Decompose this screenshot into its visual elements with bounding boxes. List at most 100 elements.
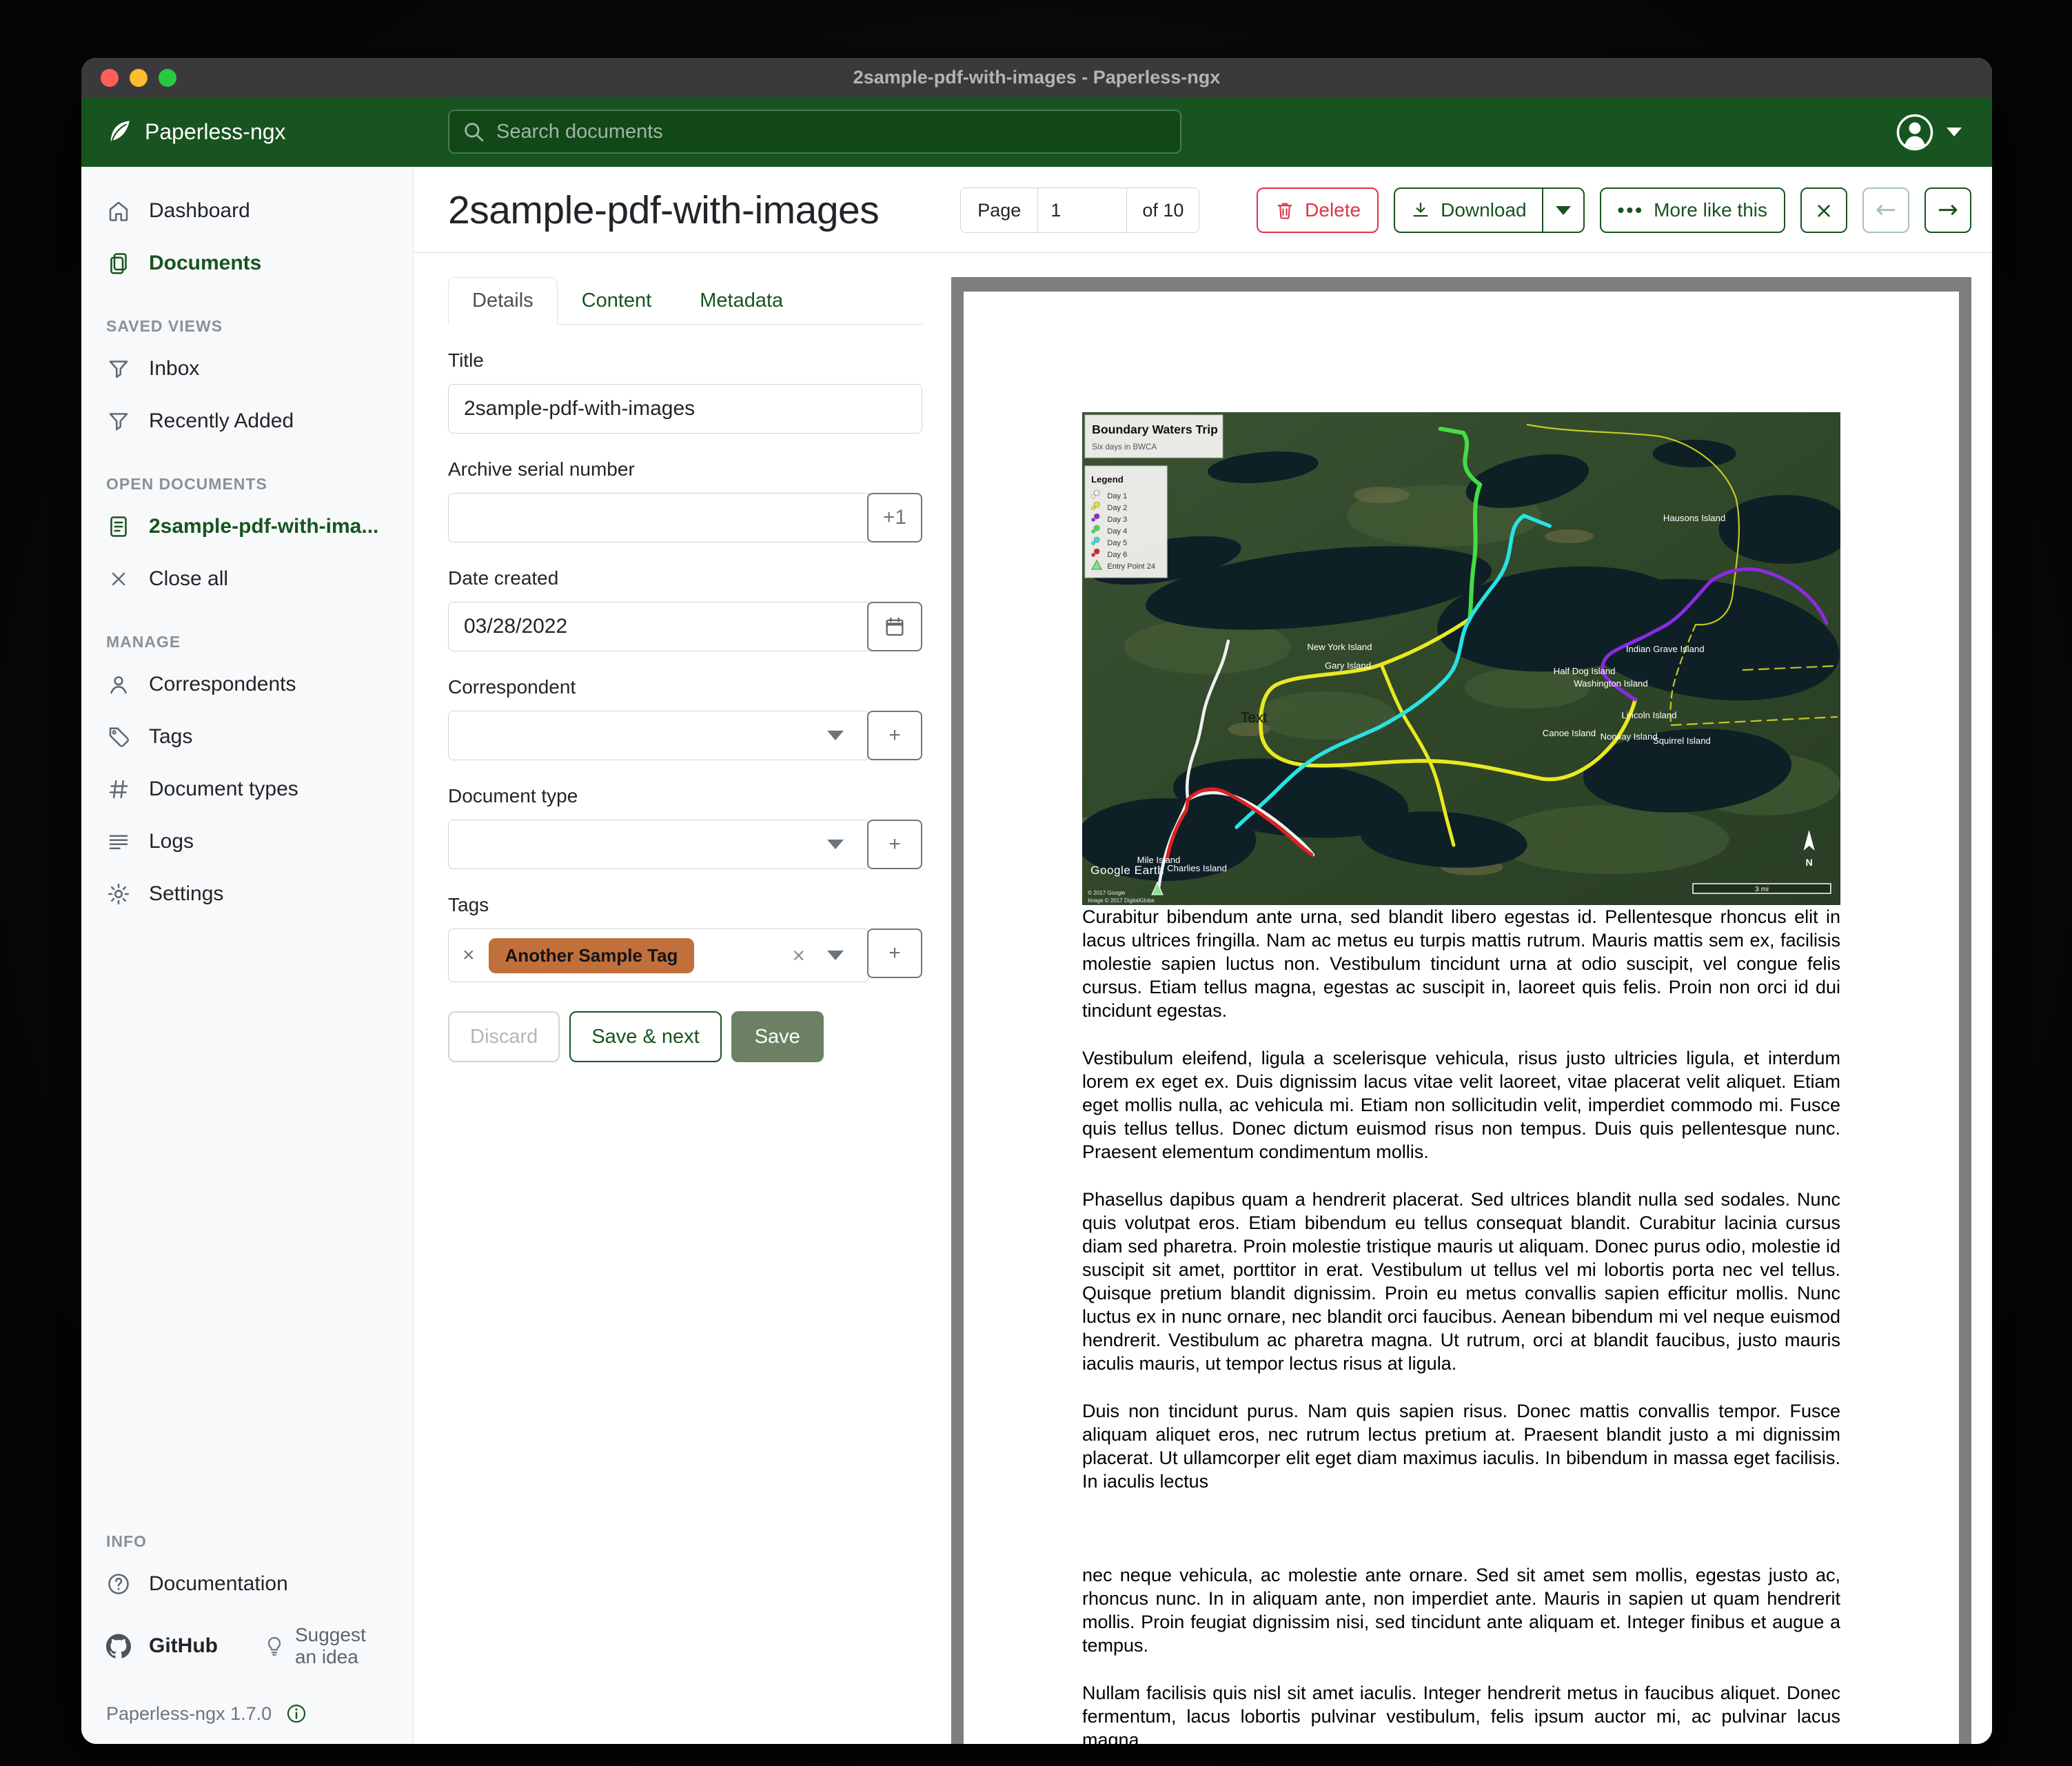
hash-icon <box>106 777 131 802</box>
search-input[interactable] <box>495 120 1168 144</box>
sidebar-item-suggest-idea[interactable]: Suggest an idea <box>263 1624 388 1668</box>
close-window-button[interactable] <box>101 69 119 87</box>
svg-text:Canoe Island: Canoe Island <box>1543 728 1596 738</box>
paragraph: Curabitur bibendum ante urna, sed blandi… <box>1082 905 1840 1022</box>
close-icon: × <box>1815 199 1834 221</box>
previous-document-button[interactable]: ← <box>1862 187 1909 233</box>
download-options-button[interactable] <box>1542 189 1583 232</box>
add-tag-button[interactable]: + <box>867 928 922 978</box>
document-text: Curabitur bibendum ante urna, sed blandi… <box>1082 905 1840 1744</box>
svg-text:Day 6: Day 6 <box>1107 551 1127 559</box>
search-documents-box[interactable] <box>448 110 1181 154</box>
svg-text:Lincoln Island: Lincoln Island <box>1621 710 1676 720</box>
person-icon <box>106 672 131 697</box>
sidebar-item-logs[interactable]: Logs <box>81 815 413 868</box>
paragraph: nec neque vehicula, ac molestie ante orn… <box>1082 1563 1840 1657</box>
close-document-button[interactable]: × <box>1800 187 1847 233</box>
tags-clear-icon[interactable]: × <box>792 943 805 968</box>
download-split-button: Download <box>1394 187 1585 233</box>
sidebar-item-label: Tags <box>149 725 192 749</box>
sidebar-item-documents[interactable]: Documents <box>81 237 413 290</box>
asn-input[interactable] <box>448 493 869 542</box>
correspondent-select[interactable] <box>448 711 869 760</box>
tab-content[interactable]: Content <box>558 277 676 325</box>
dots-icon: ••• <box>1618 199 1644 221</box>
paragraph: Vestibulum eleifend, ligula a scelerisqu… <box>1082 1046 1840 1164</box>
tab-details[interactable]: Details <box>448 277 558 325</box>
sidebar-item-label: Inbox <box>149 357 199 380</box>
logs-icon <box>106 829 131 854</box>
gear-icon <box>106 882 131 906</box>
svg-text:Legend: Legend <box>1091 474 1124 485</box>
user-menu[interactable] <box>1896 97 1962 167</box>
page-navigator: Page of 10 <box>960 187 1199 233</box>
tags-select[interactable]: × Another Sample Tag × <box>448 928 869 982</box>
sidebar-item-inbox[interactable]: Inbox <box>81 343 413 395</box>
home-icon <box>106 199 131 223</box>
sidebar-section-info: INFO <box>81 1525 413 1558</box>
sidebar: Dashboard Documents SAVED VIEWS Inbox <box>81 167 414 1744</box>
page-total: of 10 <box>1126 188 1199 232</box>
pdf-viewer-frame[interactable]: Boundary Waters Trip Six days in BWCA Le… <box>951 277 1971 1744</box>
brand[interactable]: Paperless-ngx <box>105 97 286 167</box>
suggest-idea-label: Suggest an idea <box>295 1624 388 1668</box>
svg-text:Gary Island: Gary Island <box>1325 660 1371 671</box>
pdf-page: Boundary Waters Trip Six days in BWCA Le… <box>964 292 1959 1744</box>
sidebar-item-label: Documents <box>149 252 261 275</box>
sidebar-item-document-types[interactable]: Document types <box>81 763 413 815</box>
map-image: Boundary Waters Trip Six days in BWCA Le… <box>1082 412 1840 905</box>
discard-button[interactable]: Discard <box>448 1011 560 1062</box>
sidebar-item-close-all[interactable]: Close all <box>81 553 413 605</box>
date-created-input[interactable] <box>448 602 869 651</box>
calendar-button[interactable] <box>867 602 922 651</box>
file-text-icon <box>106 514 131 539</box>
title-field-label: Title <box>448 349 922 372</box>
app-window: 2sample-pdf-with-images - Paperless-ngx … <box>81 58 1992 1744</box>
info-icon[interactable] <box>285 1703 307 1725</box>
paragraph: Duis non tincidunt purus. Nam quis sapie… <box>1082 1399 1840 1493</box>
svg-text:Day 4: Day 4 <box>1107 527 1127 536</box>
svg-text:Image © 2017 DigitalGlobe: Image © 2017 DigitalGlobe <box>1088 897 1155 904</box>
download-label: Download <box>1441 199 1527 221</box>
sidebar-item-recently-added[interactable]: Recently Added <box>81 395 413 447</box>
documents-icon <box>106 251 131 276</box>
sidebar-section-manage: MANAGE <box>81 605 413 658</box>
page-number-input[interactable] <box>1038 188 1126 232</box>
download-button[interactable]: Download <box>1395 189 1542 232</box>
tag-chip[interactable]: Another Sample Tag <box>489 938 695 973</box>
delete-button[interactable]: Delete <box>1257 187 1379 233</box>
sidebar-item-documentation[interactable]: Documentation <box>81 1558 413 1610</box>
sidebar-item-label: Correspondents <box>149 673 296 696</box>
minimize-window-button[interactable] <box>130 69 148 87</box>
svg-text:Day 1: Day 1 <box>1107 492 1127 500</box>
document-type-select[interactable] <box>448 820 869 869</box>
add-document-type-button[interactable]: + <box>867 820 922 869</box>
tag-remove-icon[interactable]: × <box>463 945 475 966</box>
filter-icon <box>106 409 131 434</box>
brand-label: Paperless-ngx <box>145 119 286 145</box>
sidebar-item-open-document[interactable]: 2sample-pdf-with-ima... <box>81 500 413 553</box>
sidebar-item-tags[interactable]: Tags <box>81 711 413 763</box>
map-scale-bar: 3 mi <box>1693 884 1831 893</box>
user-menu-caret-icon <box>1947 128 1962 136</box>
title-input[interactable] <box>448 384 922 434</box>
sidebar-item-correspondents[interactable]: Correspondents <box>81 658 413 711</box>
zoom-window-button[interactable] <box>159 69 176 87</box>
sidebar-item-settings[interactable]: Settings <box>81 868 413 920</box>
window-title: 2sample-pdf-with-images - Paperless-ngx <box>853 67 1221 88</box>
sidebar-section-open-documents: OPEN DOCUMENTS <box>81 447 413 500</box>
save-and-next-button[interactable]: Save & next <box>569 1011 721 1062</box>
sidebar-item-github[interactable]: GitHub <box>106 1634 218 1658</box>
detail-tabs: Details Content Metadata <box>448 277 922 325</box>
asn-plus-one-button[interactable]: +1 <box>867 493 922 542</box>
more-like-this-button[interactable]: ••• More like this <box>1600 187 1785 233</box>
document-details-panel: Details Content Metadata Title Archive s… <box>448 277 922 1744</box>
svg-text:Entry Point 24: Entry Point 24 <box>1107 562 1155 571</box>
tab-metadata[interactable]: Metadata <box>676 277 807 325</box>
svg-text:© 2017 Google: © 2017 Google <box>1088 890 1126 896</box>
save-button[interactable]: Save <box>731 1011 824 1062</box>
add-correspondent-button[interactable]: + <box>867 711 922 760</box>
chevron-down-icon <box>827 731 844 740</box>
sidebar-item-dashboard[interactable]: Dashboard <box>81 185 413 237</box>
next-document-button[interactable]: → <box>1924 187 1971 233</box>
